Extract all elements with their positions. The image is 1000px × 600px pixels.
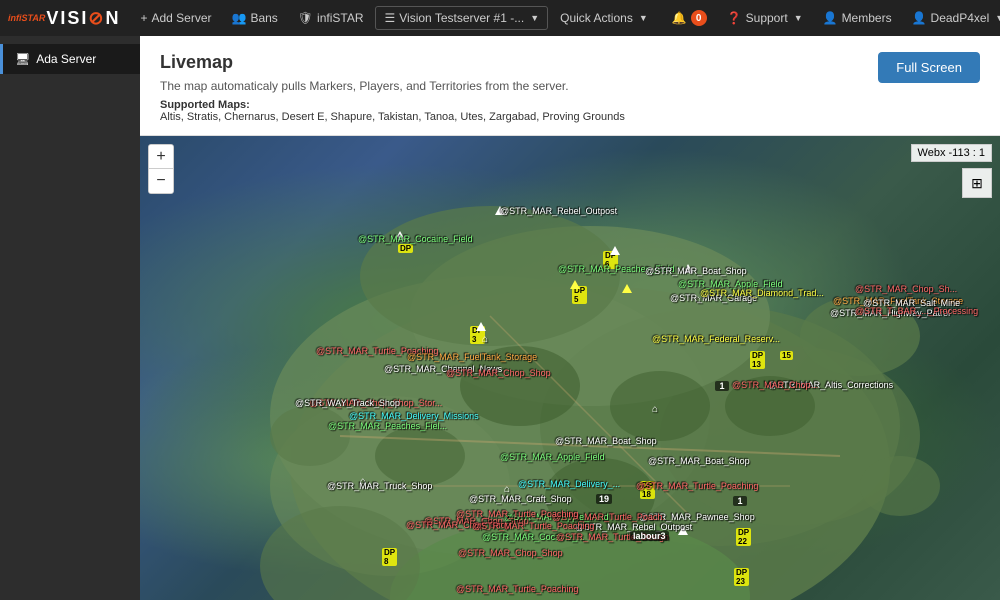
add-server-nav[interactable]: + Add Server [132, 7, 219, 29]
dp-label-22: DP22 [736, 528, 751, 546]
users-icon: 👥 [231, 11, 246, 25]
question-icon: ❓ [727, 11, 742, 25]
logo-vision: VISI⊘N [46, 8, 120, 29]
members-label: Members [842, 11, 892, 25]
infistar-label: infiSTAR [317, 11, 363, 25]
server-icon: 🖥 [15, 52, 30, 66]
house-icon-4: ⌂ [360, 476, 366, 487]
house-icon-1: ⌂ [482, 334, 488, 345]
server-select-nav[interactable]: ☰ Vision Testserver #1 -... ▼ [375, 6, 548, 30]
layers-icon: ⊞ [971, 175, 983, 192]
members-icon: 👤 [823, 11, 838, 25]
shield-icon: 🛡 [298, 11, 313, 25]
player-marker-4 [683, 264, 693, 273]
map-background [140, 136, 1000, 600]
house-icon-3: ⌂ [652, 404, 658, 415]
quick-actions-label: Quick Actions [560, 11, 633, 25]
support-label: Support [746, 11, 788, 25]
plus-icon: + [140, 11, 147, 25]
number-badge-4: labour3 [630, 531, 669, 541]
server-name-label: Vision Testserver #1 -... [399, 11, 524, 25]
quick-actions-nav[interactable]: Quick Actions ▼ [552, 7, 656, 29]
bans-nav[interactable]: 👥 Bans [223, 7, 285, 29]
player-marker-7 [570, 280, 580, 289]
map-container[interactable]: + − Webx -113 : 1 ⊞ DP6 DP3 DP5 DP DP13 … [140, 136, 1000, 600]
player-marker-2 [395, 231, 405, 240]
logo-infistar: infiSTAR [8, 13, 45, 23]
dp-label-23: DP23 [734, 568, 749, 586]
supported-maps: Supported Maps: Altis, Stratis, Chernaru… [160, 99, 625, 123]
list-icon: ☰ [384, 11, 395, 25]
content-area: Livemap The map automaticaly pulls Marke… [140, 36, 1000, 600]
player-marker-8 [678, 526, 688, 535]
dp-label-blank: DP [398, 244, 413, 253]
zoom-out-button[interactable]: − [149, 169, 173, 193]
bans-label: Bans [250, 11, 277, 25]
info-panel: Livemap The map automaticaly pulls Marke… [140, 36, 1000, 136]
house-icon-2: ⌂ [695, 294, 701, 305]
info-text: Livemap The map automaticaly pulls Marke… [160, 52, 625, 123]
add-server-label: Add Server [151, 11, 211, 25]
number-badge-2: 19 [596, 494, 612, 504]
user-arrow: ▼ [995, 13, 1000, 23]
support-nav[interactable]: ❓ Support ▼ [719, 7, 811, 29]
infistar-nav[interactable]: 🛡 infiSTAR [290, 7, 372, 29]
support-arrow: ▼ [794, 13, 803, 23]
sidebar: 🖥 Ada Server [0, 36, 140, 600]
dp-label-15: 15 [780, 351, 793, 360]
zoom-in-button[interactable]: + [149, 145, 173, 169]
maps-list: Altis, Stratis, Chernarus, Desert E, Sha… [160, 111, 625, 123]
logo: infiSTAR VISI⊘N [8, 8, 120, 29]
player-marker-3 [610, 246, 620, 255]
map-overlay-button[interactable]: ⊞ [962, 168, 992, 198]
server-dropdown-arrow: ▼ [530, 13, 539, 23]
quick-actions-arrow: ▼ [639, 13, 648, 23]
main-layout: 🖥 Ada Server Livemap The map automatical… [0, 36, 1000, 600]
dp-label-8: DP8 [382, 548, 397, 566]
map-controls: + − [148, 144, 174, 194]
sidebar-item-label: Ada Server [36, 52, 96, 66]
user-icon: 👤 [912, 11, 927, 25]
player-marker-6 [622, 284, 632, 293]
number-badge-3: 1 [733, 496, 747, 506]
player-marker-5 [476, 322, 486, 331]
fullscreen-button[interactable]: Full Screen [878, 52, 980, 83]
navbar: infiSTAR VISI⊘N + Add Server 👥 Bans 🛡 in… [0, 0, 1000, 36]
zoom-info: Webx -113 : 1 [911, 144, 992, 162]
player-marker-1 [495, 206, 505, 215]
user-nav[interactable]: 👤 DeadP4xel ▼ [904, 7, 1000, 29]
dp-label-18: DP18 [640, 481, 655, 499]
house-icon-5: ⌂ [504, 484, 510, 495]
bell-icon: 🔔 [672, 11, 687, 25]
number-badge-1: 1 [715, 381, 729, 391]
members-nav[interactable]: 👤 Members [815, 7, 900, 29]
livemap-title: Livemap [160, 52, 625, 73]
notification-nav[interactable]: 🔔 0 [664, 6, 715, 30]
supported-label: Supported Maps: [160, 99, 250, 111]
livemap-description: The map automaticaly pulls Markers, Play… [160, 79, 625, 93]
user-label: DeadP4xel [931, 11, 990, 25]
dp-label-13: DP13 [750, 351, 765, 369]
sidebar-item-ada-server[interactable]: 🖥 Ada Server [0, 44, 140, 74]
notification-badge: 0 [691, 10, 707, 26]
